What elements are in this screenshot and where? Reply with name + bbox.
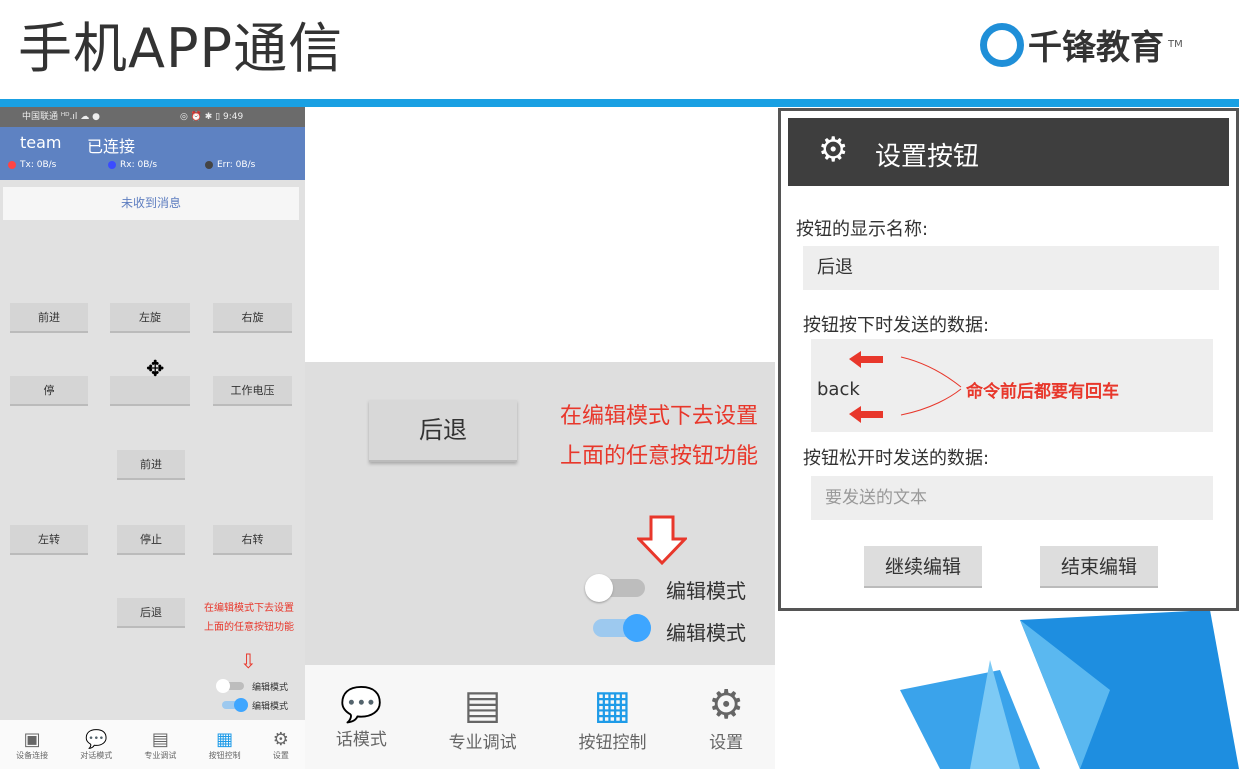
- voltage-button[interactable]: 工作电压: [213, 376, 292, 406]
- status-bar: 中国联通 ᴴᴰ.ıl ☁ ● ◎ ⏰ ✱ ▯ 9:49: [0, 107, 305, 127]
- connection-status: 已连接: [87, 137, 136, 156]
- stop-button[interactable]: 停: [10, 376, 88, 406]
- move-cursor-icon: ✥: [146, 357, 165, 382]
- down-arrow-icon: ⇩: [240, 649, 257, 673]
- toggle-label-large: 编辑模式: [666, 579, 746, 603]
- nav-settings-large[interactable]: ⚙ 设置: [708, 682, 744, 753]
- nav-buttons[interactable]: ▦ 按钮控制: [209, 729, 241, 761]
- gear-icon: ⚙: [818, 130, 849, 170]
- logo: 千锋教育 TM: [980, 20, 1183, 69]
- dialog-header: ⚙ 设置按钮: [788, 118, 1229, 186]
- rotate-right-button[interactable]: 右旋: [213, 303, 292, 333]
- status-right: ◎ ⏰ ✱ ▯ 9:49: [180, 112, 244, 122]
- stop-button-2[interactable]: 停止: [117, 525, 185, 555]
- release-label: 按钮松开时发送的数据:: [803, 448, 990, 469]
- annotation-text: 命令前后都要有回车: [966, 382, 1119, 402]
- stat-tx: Tx: 0B/s: [8, 160, 56, 170]
- logo-text: 千锋教育: [1028, 28, 1164, 68]
- down-arrow-icon-large: [637, 515, 687, 566]
- bottom-nav-large: 💬 话模式 ▤ 专业调试 ▦ 按钮控制 ⚙ 设置: [305, 665, 775, 769]
- device-name: team: [20, 133, 62, 152]
- app-header: team 已连接 Tx: 0B/s Rx: 0B/s Err: 0B/s: [0, 127, 305, 180]
- edit-toggle-on-large[interactable]: [593, 614, 651, 642]
- bottom-nav: ▣ 设备连接 💬 对话模式 ▤ 专业调试 ▦ 按钮控制 ⚙ 设置: [0, 720, 305, 769]
- settings-dialog: ⚙ 设置按钮 按钮的显示名称: 后退 按钮按下时发送的数据: back 命令前后…: [778, 108, 1239, 611]
- nav-debug[interactable]: ▤ 专业调试: [144, 729, 176, 761]
- stat-err: Err: 0B/s: [205, 160, 255, 170]
- nav-buttons-large[interactable]: ▦ 按钮控制: [578, 682, 646, 753]
- finish-edit-button[interactable]: 结束编辑: [1040, 546, 1158, 588]
- nav-chat-large[interactable]: 💬 话模式: [336, 685, 387, 750]
- name-label: 按钮的显示名称:: [796, 219, 929, 240]
- logo-tm: TM: [1168, 39, 1183, 50]
- decorative-polygons: [900, 610, 1239, 769]
- nav-chat[interactable]: 💬 对话模式: [80, 729, 112, 761]
- dialog-title: 设置按钮: [875, 142, 980, 172]
- forward-button-2[interactable]: 前进: [117, 450, 185, 480]
- edit-toggle-off-large[interactable]: [585, 574, 645, 602]
- continue-edit-button[interactable]: 继续编辑: [864, 546, 982, 588]
- toggle-label: 编辑模式: [252, 683, 289, 693]
- rotate-left-button[interactable]: 左旋: [110, 303, 190, 333]
- back-button-large[interactable]: 后退: [369, 400, 517, 462]
- edit-toggle-off[interactable]: [216, 679, 244, 693]
- nav-device[interactable]: ▣ 设备连接: [16, 729, 48, 761]
- back-button[interactable]: 后退: [117, 598, 185, 628]
- message-box: 未收到消息: [3, 187, 299, 220]
- slide-title: 手机APP通信: [18, 17, 344, 80]
- name-input[interactable]: 后退: [803, 246, 1219, 290]
- forward-button[interactable]: 前进: [10, 303, 88, 333]
- edit-toggle-on[interactable]: [222, 698, 248, 712]
- edit-note-large: 在编辑模式下去设置 上面的任意按钮功能: [560, 404, 759, 469]
- edit-note: 在编辑模式下去设置 上面的任意按钮功能: [204, 603, 294, 633]
- nav-debug-large[interactable]: ▤ 专业调试: [449, 682, 517, 753]
- press-label: 按钮按下时发送的数据:: [803, 315, 990, 336]
- logo-icon: [980, 22, 1024, 67]
- release-input[interactable]: 要发送的文本: [811, 476, 1213, 520]
- toggle-label-large-2: 编辑模式: [666, 621, 746, 645]
- status-left: 中国联通 ᴴᴰ.ıl ☁ ●: [22, 112, 100, 122]
- divider: [0, 99, 1239, 107]
- turn-right-button[interactable]: 右转: [213, 525, 292, 555]
- nav-settings[interactable]: ⚙ 设置: [273, 729, 289, 761]
- press-input[interactable]: back 命令前后都要有回车: [811, 339, 1213, 432]
- toggle-label-2: 编辑模式: [252, 702, 289, 712]
- zoomed-view: 后退 在编辑模式下去设置 上面的任意按钮功能 编辑模式 编辑模式 💬 话模式 ▤ 专业…: [305, 107, 775, 769]
- stat-rx: Rx: 0B/s: [108, 160, 157, 170]
- turn-left-button[interactable]: 左转: [10, 525, 88, 555]
- phone-screen: 中国联通 ᴴᴰ.ıl ☁ ● ◎ ⏰ ✱ ▯ 9:49 team 已连接 Tx: …: [0, 107, 305, 769]
